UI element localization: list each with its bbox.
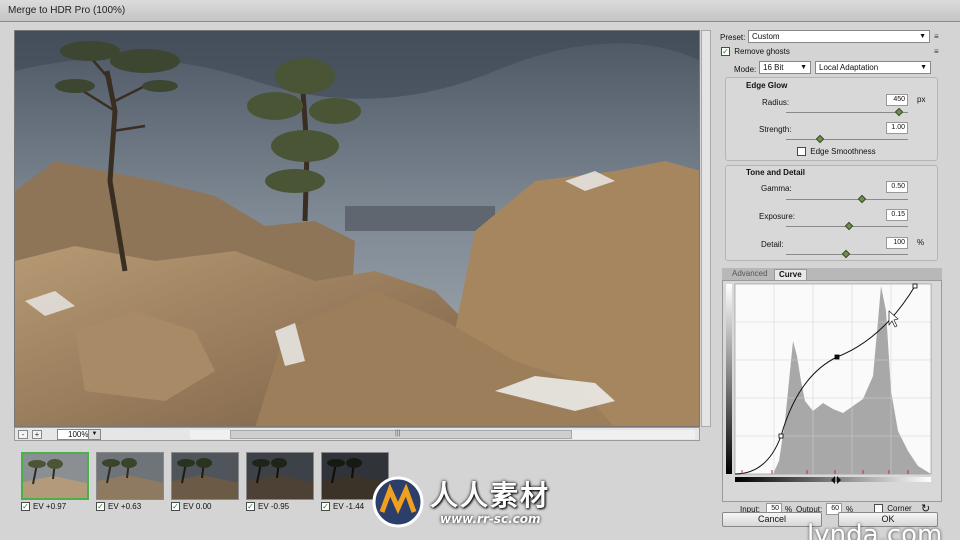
bit-depth-value: 16 Bit	[763, 63, 784, 72]
curve-editor[interactable]	[722, 280, 942, 502]
source-thumbnail[interactable]	[96, 452, 164, 500]
panel-options-icon[interactable]: ≡	[934, 47, 939, 56]
gamma-slider-track[interactable]	[786, 199, 908, 200]
detail-input[interactable]: 100	[886, 237, 908, 249]
watermark-cn-text: 人人素材	[430, 479, 551, 512]
bit-depth-select[interactable]: 16 Bit ▼	[759, 61, 811, 74]
curve-point[interactable]	[912, 283, 918, 289]
chevron-down-icon[interactable]: ▼	[88, 429, 101, 440]
ev-label: EV 0.00	[183, 502, 212, 512]
preview-toolbar: - + 100% ▼ |||	[14, 427, 700, 441]
detail-slider-handle[interactable]	[841, 249, 851, 259]
radius-slider-handle[interactable]	[895, 107, 904, 117]
source-thumbnail[interactable]	[171, 452, 239, 500]
title-bar: Merge to HDR Pro (100%)	[0, 0, 960, 22]
vertical-scrollbar[interactable]	[701, 30, 711, 427]
strength-slider-track[interactable]	[786, 139, 908, 140]
zoom-in-button[interactable]: +	[32, 430, 42, 439]
strength-input[interactable]: 1.00	[886, 122, 908, 134]
window-title: Merge to HDR Pro (100%)	[8, 5, 126, 16]
ev-label: EV -0.95	[258, 502, 290, 512]
chevron-down-icon: ▼	[919, 33, 926, 40]
preset-value: Custom	[752, 32, 780, 41]
edge-smoothness-row: Edge Smoothness	[797, 147, 876, 157]
radius-input[interactable]: 450	[886, 94, 908, 106]
zoom-out-button[interactable]: -	[18, 430, 28, 439]
curve-point[interactable]	[834, 354, 840, 360]
lynda-watermark: lynda.com	[807, 520, 943, 540]
chevron-down-icon: ▼	[920, 64, 927, 71]
method-select[interactable]: Local Adaptation ▼	[815, 61, 931, 74]
radius-slider-track[interactable]	[786, 112, 908, 113]
include-image-checkbox[interactable]: ✓	[96, 502, 105, 512]
watermark-url: www.rr-sc.com	[440, 512, 541, 526]
hdr-pro-dialog: - + 100% ▼ ||| ✓ EV +0.97 ✓ EV +0.63 ✓ E…	[0, 22, 960, 540]
edge-smoothness-label: Edge Smoothness	[810, 147, 876, 157]
watermark-rrsc: 人人素材 www.rr-sc.com	[368, 472, 608, 536]
detail-label: Detail:	[761, 240, 784, 249]
thumbnail-label: ✓ EV +0.97	[21, 502, 96, 514]
thumbnail-label: ✓ EV -0.95	[246, 502, 321, 514]
rrsc-logo	[372, 476, 424, 528]
preset-select[interactable]: Custom ▼	[748, 30, 930, 43]
exposure-input[interactable]: 0.15	[886, 209, 908, 221]
thumbnail-label: ✓ EV +0.63	[96, 502, 171, 514]
edge-smoothness-checkbox[interactable]	[797, 147, 806, 157]
gamma-slider-handle[interactable]	[857, 194, 866, 204]
source-thumbnail[interactable]	[246, 452, 314, 500]
include-image-checkbox[interactable]: ✓	[246, 502, 255, 512]
strength-slider-handle[interactable]	[815, 134, 825, 144]
gamma-label: Gamma:	[761, 184, 792, 193]
hdr-preview-image[interactable]	[14, 30, 700, 427]
tab-advanced[interactable]: Advanced	[728, 269, 772, 280]
include-image-checkbox[interactable]: ✓	[21, 502, 30, 512]
preset-label: Preset:	[720, 33, 746, 42]
gamma-input[interactable]: 0.50	[886, 181, 908, 193]
method-value: Local Adaptation	[819, 63, 879, 72]
include-image-checkbox[interactable]: ✓	[321, 502, 330, 512]
preset-menu-icon[interactable]: ≡	[934, 32, 939, 41]
panel-tabs: Advanced Curve	[722, 268, 942, 280]
ev-label: EV +0.97	[33, 502, 67, 512]
exposure-label: Exposure:	[759, 212, 796, 221]
remove-ghosts-row: ✓ Remove ghosts	[721, 47, 790, 57]
edge-glow-title: Edge Glow	[746, 81, 788, 90]
detail-unit: %	[917, 238, 925, 247]
chevron-down-icon: ▼	[800, 64, 807, 71]
tone-detail-title: Tone and Detail	[746, 168, 805, 177]
strength-label: Strength:	[759, 125, 792, 134]
include-image-checkbox[interactable]: ✓	[171, 502, 180, 512]
source-thumbnail[interactable]	[21, 452, 89, 500]
tone-detail-group: Tone and Detail Gamma: 0.50 Exposure: 0.…	[725, 165, 938, 261]
edge-glow-group: Edge Glow Radius: 450 px Strength: 1.00 …	[725, 77, 938, 161]
mode-label: Mode:	[734, 65, 757, 74]
curve-point[interactable]	[778, 433, 784, 439]
ev-label: EV -1.44	[333, 502, 365, 512]
thumbnail-label: ✓ EV 0.00	[171, 502, 246, 514]
curve-graph[interactable]	[723, 281, 943, 503]
scrollbar-thumb[interactable]: |||	[230, 430, 572, 439]
radius-unit: px	[917, 95, 926, 104]
radius-label: Radius:	[762, 98, 790, 107]
source-images-strip: ✓ EV +0.97 ✓ EV +0.63 ✓ EV 0.00 ✓ EV -0.95 ✓…	[14, 444, 714, 538]
remove-ghosts-checkbox[interactable]: ✓	[721, 47, 730, 57]
ev-label: EV +0.63	[108, 502, 142, 512]
horizontal-scrollbar[interactable]: |||	[190, 430, 695, 439]
remove-ghosts-label: Remove ghosts	[734, 47, 790, 57]
landscape-photo	[15, 31, 699, 426]
exposure-slider-handle[interactable]	[845, 221, 854, 231]
scrollbar-grip: |||	[395, 430, 401, 437]
tab-curve[interactable]: Curve	[774, 269, 807, 280]
